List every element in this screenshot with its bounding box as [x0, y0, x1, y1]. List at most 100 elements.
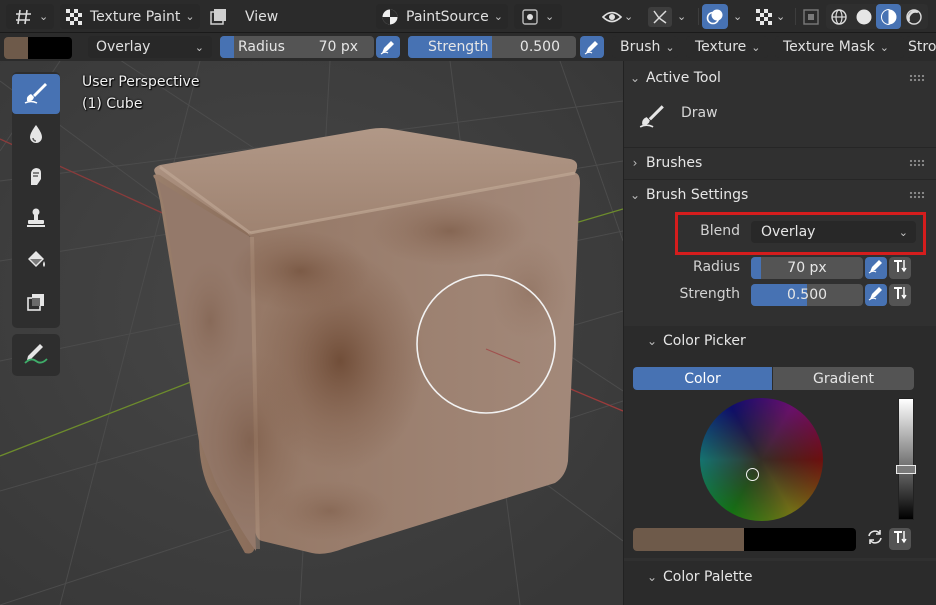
gradient-tab[interactable]: Gradient [773, 367, 914, 390]
primary-color-swatch[interactable] [633, 528, 744, 551]
radius-pressure-button[interactable] [376, 36, 400, 58]
draw-brush-icon [638, 101, 668, 129]
3d-viewport[interactable]: User Perspective (1) Cube [0, 61, 623, 605]
strength-unit-button[interactable] [889, 284, 911, 306]
view-menu-label: View [245, 8, 279, 25]
shading-texture-button[interactable]: ⌄ [752, 4, 792, 29]
active-tool-header-label: Active Tool [646, 70, 721, 86]
radius-slider[interactable]: Radius 70 px [220, 36, 374, 58]
xray-button[interactable] [798, 4, 824, 29]
tool-mask[interactable] [12, 284, 60, 324]
blend-mode-dropdown[interactable]: Overlay ⌄ [88, 36, 212, 58]
texture-menu[interactable]: Texture ⌄ [686, 36, 768, 58]
active-tool-name: Draw [681, 105, 718, 121]
chevron-down-icon: ⌄ [185, 10, 195, 23]
annotate-tool-shelf [12, 334, 60, 376]
chevron-down-icon: ⌄ [629, 188, 641, 202]
rendered-shading-icon[interactable] [901, 7, 926, 27]
value-slider-handle[interactable] [896, 465, 916, 474]
overlays-button[interactable]: ⌄ [702, 4, 750, 29]
stroke-menu-label: Stro [908, 39, 936, 55]
viewport-scene [0, 61, 623, 605]
value-slider[interactable] [898, 398, 914, 520]
chevron-down-icon: ⌄ [751, 40, 761, 54]
material-preview-shading-icon[interactable] [876, 4, 901, 29]
editor-type-button[interactable]: ⌄ [6, 4, 54, 29]
radius-label: Radius [238, 39, 285, 55]
active-tool-panel-header[interactable]: ⌄ Active Tool [624, 63, 936, 93]
brush-settings-panel-header[interactable]: ⌄ Brush Settings [624, 180, 936, 210]
chevron-down-icon: ⌄ [677, 10, 687, 23]
drag-grip-icon[interactable] [909, 74, 925, 82]
color-palette-panel-header[interactable]: ⌄ Color Palette [641, 562, 936, 592]
chevron-down-icon: ⌄ [776, 10, 786, 23]
strength-pressure-button[interactable] [865, 284, 887, 306]
tool-annotate[interactable] [12, 335, 60, 375]
mode-selector[interactable]: Texture Paint ⌄ [60, 4, 200, 29]
view-menu[interactable]: View [240, 4, 288, 29]
tool-fill[interactable] [12, 242, 60, 282]
drag-grip-icon[interactable] [909, 191, 925, 199]
chevron-down-icon: ⌄ [646, 570, 658, 584]
solid-shading-icon[interactable] [851, 7, 876, 27]
texture-mask-menu[interactable]: Texture Mask ⌄ [775, 36, 904, 58]
color-tab[interactable]: Color [633, 367, 772, 390]
wireframe-shading-icon[interactable] [826, 7, 851, 27]
blend-value: Overlay [761, 224, 816, 240]
color-wheel[interactable] [700, 398, 823, 521]
strength-field[interactable]: 0.500 [751, 284, 863, 306]
radius-pressure-button[interactable] [865, 257, 887, 279]
color-unit-button[interactable] [889, 528, 911, 550]
secondary-color-swatch[interactable] [744, 528, 856, 551]
strength-slider[interactable]: Strength 0.500 [408, 36, 576, 58]
chevron-down-icon: ⌄ [879, 40, 889, 54]
chevron-down-icon: ⌄ [624, 10, 634, 23]
chevron-down-icon: ⌄ [665, 40, 675, 54]
strength-label: Strength [679, 286, 740, 302]
texture-mask-menu-label: Texture Mask [783, 39, 875, 55]
grid-editor-icon [14, 7, 34, 27]
eye-icon [602, 7, 622, 27]
tool-smear[interactable] [12, 158, 60, 198]
mask-toggle-button[interactable] [206, 4, 230, 29]
tool-clone[interactable] [12, 200, 60, 240]
drag-grip-icon[interactable] [909, 159, 925, 167]
strength-value: 0.500 [519, 39, 560, 55]
scene-unit-icon [892, 529, 908, 549]
header-bar: ⌄ Texture Paint ⌄ View PaintSource ⌄ ⌄ ⌄ [0, 0, 936, 33]
primary-color-swatch[interactable] [4, 37, 28, 59]
gizmo-button[interactable]: ⌄ [646, 4, 694, 29]
radius-field[interactable]: 70 px [751, 257, 863, 279]
strength-pressure-button[interactable] [580, 36, 604, 58]
paint-source-selector[interactable]: PaintSource ⌄ [376, 4, 508, 29]
draw-brush-icon [23, 79, 49, 109]
chevron-down-icon: ⌄ [493, 10, 503, 23]
blend-mode-value: Overlay [96, 39, 151, 55]
chevron-down-icon: ⌄ [646, 334, 658, 348]
pen-pressure-icon [868, 258, 884, 278]
swap-colors-button[interactable] [864, 528, 886, 550]
mask-squares-icon [24, 290, 48, 318]
scene-unit-icon [892, 285, 908, 305]
tool-soften[interactable] [12, 116, 60, 156]
properties-sidebar: ⌄ Active Tool Draw › Brushes ⌄ Brush Set… [623, 61, 936, 605]
visibility-button[interactable]: ⌄ [600, 4, 640, 29]
blend-dropdown[interactable]: Overlay ⌄ [751, 221, 916, 243]
secondary-color-swatch[interactable] [28, 37, 72, 59]
radius-unit-button[interactable] [889, 257, 911, 279]
brushes-panel-header[interactable]: › Brushes [624, 148, 936, 178]
brush-menu[interactable]: Brush ⌄ [612, 36, 678, 58]
stroke-menu[interactable]: Stro [906, 36, 936, 58]
annotate-pen-icon [22, 339, 50, 371]
tool-draw[interactable] [12, 74, 60, 114]
drop-icon [24, 122, 48, 150]
scene-unit-icon [892, 258, 908, 278]
pivot-selector[interactable]: ⌄ [514, 4, 562, 29]
chevron-down-icon: ⌄ [194, 40, 204, 54]
tool-settings-bar: Overlay ⌄ Radius 70 px Strength 0.500 Br… [0, 33, 936, 61]
brush-menu-label: Brush [620, 39, 661, 55]
radius-label: Radius [693, 259, 740, 275]
color-picker-panel-header[interactable]: ⌄ Color Picker [641, 326, 936, 356]
cube-object[interactable] [153, 128, 580, 554]
color-wheel-cursor[interactable] [746, 468, 759, 481]
